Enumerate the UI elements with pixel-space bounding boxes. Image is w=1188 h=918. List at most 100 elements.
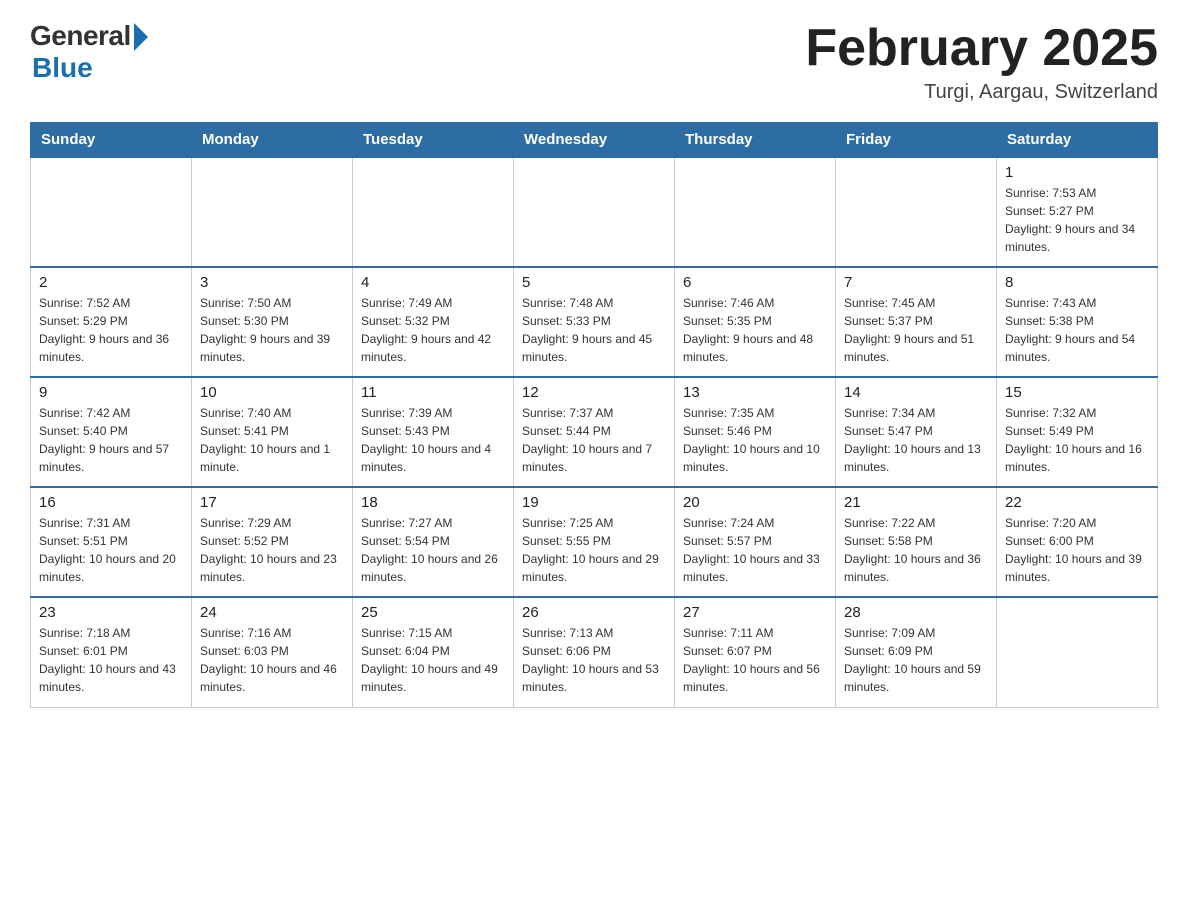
day-info: Sunrise: 7:16 AMSunset: 6:03 PMDaylight:… (200, 624, 344, 696)
calendar-header-wednesday: Wednesday (514, 123, 675, 158)
calendar-header-friday: Friday (836, 123, 997, 158)
day-number: 10 (200, 384, 344, 401)
day-info: Sunrise: 7:13 AMSunset: 6:06 PMDaylight:… (522, 624, 666, 696)
month-title: February 2025 (805, 20, 1158, 77)
calendar-week-row: 9Sunrise: 7:42 AMSunset: 5:40 PMDaylight… (31, 377, 1158, 487)
day-info: Sunrise: 7:48 AMSunset: 5:33 PMDaylight:… (522, 294, 666, 366)
calendar-cell: 4Sunrise: 7:49 AMSunset: 5:32 PMDaylight… (353, 267, 514, 377)
day-number: 28 (844, 604, 988, 621)
calendar-cell (31, 157, 192, 267)
calendar-cell: 6 Sunrise: 7:46 AMSunset: 5:35 PMDaylight… (675, 267, 836, 377)
calendar-cell: 23 Sunrise: 7:18 AMSunset: 6:01 PMDayligh… (31, 597, 192, 707)
day-info: Sunrise: 7:49 AMSunset: 5:32 PMDaylight:… (361, 294, 505, 366)
day-number: 18 (361, 494, 505, 511)
day-number: 24 (200, 604, 344, 621)
calendar-table: SundayMondayTuesdayWednesdayThursdayFrid… (30, 122, 1158, 708)
calendar-cell: 3 Sunrise: 7:50 AMSunset: 5:30 PMDaylight… (192, 267, 353, 377)
day-info: Sunrise: 7:15 AMSunset: 6:04 PMDaylight:… (361, 624, 505, 696)
logo-blue-text: Blue (32, 52, 93, 84)
day-info: Sunrise: 7:50 AMSunset: 5:30 PMDaylight:… (200, 294, 344, 366)
calendar-cell: 5 Sunrise: 7:48 AMSunset: 5:33 PMDaylight… (514, 267, 675, 377)
day-number: 22 (1005, 494, 1149, 511)
day-number: 14 (844, 384, 988, 401)
calendar-cell: 13 Sunrise: 7:35 AMSunset: 5:46 PMDayligh… (675, 377, 836, 487)
calendar-cell: 26Sunrise: 7:13 AMSunset: 6:06 PMDayligh… (514, 597, 675, 707)
calendar-cell: 16 Sunrise: 7:31 AMSunset: 5:51 PMDayligh… (31, 487, 192, 597)
day-number: 1 (1005, 164, 1149, 181)
day-info: Sunrise: 7:34 AMSunset: 5:47 PMDaylight:… (844, 404, 988, 476)
page-header: General Blue February 2025 Turgi, Aargau… (30, 20, 1158, 104)
calendar-cell: 7Sunrise: 7:45 AMSunset: 5:37 PMDaylight… (836, 267, 997, 377)
day-info: Sunrise: 7:40 AMSunset: 5:41 PMDaylight:… (200, 404, 344, 476)
calendar-cell: 21Sunrise: 7:22 AMSunset: 5:58 PMDayligh… (836, 487, 997, 597)
day-info: Sunrise: 7:39 AMSunset: 5:43 PMDaylight:… (361, 404, 505, 476)
calendar-cell (997, 597, 1158, 707)
day-info: Sunrise: 7:18 AMSunset: 6:01 PMDaylight:… (39, 624, 183, 696)
day-number: 13 (683, 384, 827, 401)
calendar-cell (836, 157, 997, 267)
calendar-week-row: 23 Sunrise: 7:18 AMSunset: 6:01 PMDayligh… (31, 597, 1158, 707)
calendar-cell: 20 Sunrise: 7:24 AMSunset: 5:57 PMDayligh… (675, 487, 836, 597)
calendar-cell: 14 Sunrise: 7:34 AMSunset: 5:47 PMDayligh… (836, 377, 997, 487)
day-info: Sunrise: 7:46 AMSunset: 5:35 PMDaylight:… (683, 294, 827, 366)
calendar-header-monday: Monday (192, 123, 353, 158)
logo: General Blue (30, 20, 148, 84)
day-number: 25 (361, 604, 505, 621)
day-number: 21 (844, 494, 988, 511)
calendar-cell (353, 157, 514, 267)
calendar-cell: 22Sunrise: 7:20 AMSunset: 6:00 PMDayligh… (997, 487, 1158, 597)
day-number: 17 (200, 494, 344, 511)
day-info: Sunrise: 7:25 AMSunset: 5:55 PMDaylight:… (522, 514, 666, 586)
calendar-cell: 17Sunrise: 7:29 AMSunset: 5:52 PMDayligh… (192, 487, 353, 597)
day-info: Sunrise: 7:52 AMSunset: 5:29 PMDaylight:… (39, 294, 183, 366)
calendar-cell: 9Sunrise: 7:42 AMSunset: 5:40 PMDaylight… (31, 377, 192, 487)
calendar-cell: 12 Sunrise: 7:37 AMSunset: 5:44 PMDayligh… (514, 377, 675, 487)
calendar-week-row: 1 Sunrise: 7:53 AMSunset: 5:27 PMDaylight… (31, 157, 1158, 267)
day-info: Sunrise: 7:27 AMSunset: 5:54 PMDaylight:… (361, 514, 505, 586)
day-number: 11 (361, 384, 505, 401)
day-number: 16 (39, 494, 183, 511)
calendar-cell: 18 Sunrise: 7:27 AMSunset: 5:54 PMDayligh… (353, 487, 514, 597)
calendar-cell (675, 157, 836, 267)
calendar-cell: 15Sunrise: 7:32 AMSunset: 5:49 PMDayligh… (997, 377, 1158, 487)
day-number: 9 (39, 384, 183, 401)
calendar-header-sunday: Sunday (31, 123, 192, 158)
day-number: 20 (683, 494, 827, 511)
calendar-cell (514, 157, 675, 267)
title-block: February 2025 Turgi, Aargau, Switzerland (805, 20, 1158, 104)
day-number: 3 (200, 274, 344, 291)
calendar-cell: 28Sunrise: 7:09 AMSunset: 6:09 PMDayligh… (836, 597, 997, 707)
calendar-cell: 25 Sunrise: 7:15 AMSunset: 6:04 PMDayligh… (353, 597, 514, 707)
location-subtitle: Turgi, Aargau, Switzerland (805, 81, 1158, 104)
day-number: 2 (39, 274, 183, 291)
calendar-cell: 19 Sunrise: 7:25 AMSunset: 5:55 PMDayligh… (514, 487, 675, 597)
logo-general-text: General (30, 20, 131, 52)
day-info: Sunrise: 7:24 AMSunset: 5:57 PMDaylight:… (683, 514, 827, 586)
day-number: 12 (522, 384, 666, 401)
day-number: 6 (683, 274, 827, 291)
day-info: Sunrise: 7:35 AMSunset: 5:46 PMDaylight:… (683, 404, 827, 476)
calendar-cell (192, 157, 353, 267)
calendar-header-thursday: Thursday (675, 123, 836, 158)
day-number: 19 (522, 494, 666, 511)
calendar-cell: 1 Sunrise: 7:53 AMSunset: 5:27 PMDaylight… (997, 157, 1158, 267)
calendar-header-row: SundayMondayTuesdayWednesdayThursdayFrid… (31, 123, 1158, 158)
day-info: Sunrise: 7:31 AMSunset: 5:51 PMDaylight:… (39, 514, 183, 586)
day-info: Sunrise: 7:11 AMSunset: 6:07 PMDaylight:… (683, 624, 827, 696)
calendar-week-row: 16 Sunrise: 7:31 AMSunset: 5:51 PMDayligh… (31, 487, 1158, 597)
day-info: Sunrise: 7:37 AMSunset: 5:44 PMDaylight:… (522, 404, 666, 476)
day-info: Sunrise: 7:53 AMSunset: 5:27 PMDaylight:… (1005, 184, 1149, 256)
day-number: 7 (844, 274, 988, 291)
calendar-header-saturday: Saturday (997, 123, 1158, 158)
day-number: 23 (39, 604, 183, 621)
day-number: 8 (1005, 274, 1149, 291)
day-info: Sunrise: 7:32 AMSunset: 5:49 PMDaylight:… (1005, 404, 1149, 476)
calendar-cell: 2 Sunrise: 7:52 AMSunset: 5:29 PMDaylight… (31, 267, 192, 377)
calendar-header-tuesday: Tuesday (353, 123, 514, 158)
calendar-cell: 8Sunrise: 7:43 AMSunset: 5:38 PMDaylight… (997, 267, 1158, 377)
calendar-cell: 27Sunrise: 7:11 AMSunset: 6:07 PMDayligh… (675, 597, 836, 707)
calendar-cell: 11 Sunrise: 7:39 AMSunset: 5:43 PMDayligh… (353, 377, 514, 487)
day-number: 5 (522, 274, 666, 291)
logo-triangle-icon (134, 23, 148, 51)
calendar-cell: 10 Sunrise: 7:40 AMSunset: 5:41 PMDayligh… (192, 377, 353, 487)
